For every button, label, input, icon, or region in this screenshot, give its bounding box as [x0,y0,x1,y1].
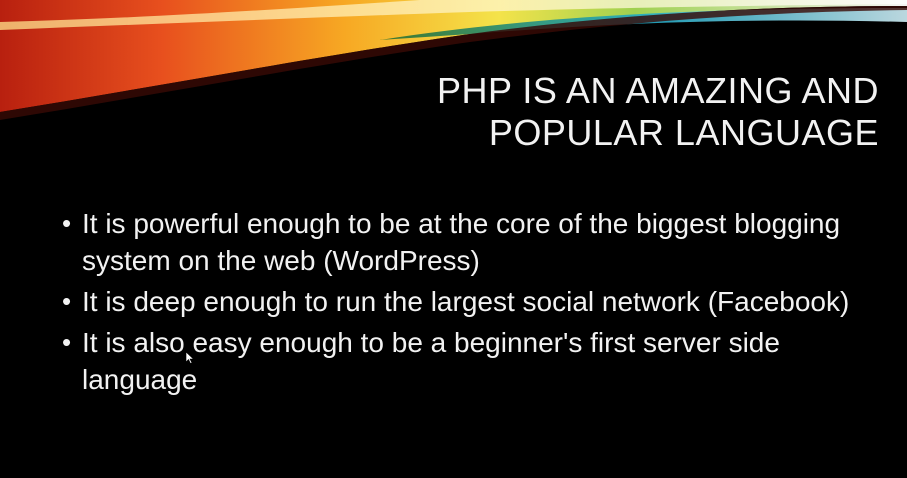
slide-title-line-1: PHP IS AN AMAZING AND [437,70,879,111]
bullet-item: • It is deep enough to run the largest s… [62,283,882,320]
slide-title: PHP IS AN AMAZING AND POPULAR LANGUAGE [319,70,879,154]
bullet-item: • It is also easy enough to be a beginne… [62,324,882,398]
bullet-dot-icon: • [62,286,72,316]
bullet-text: It is powerful enough to be at the core … [82,208,841,276]
presentation-slide: PHP IS AN AMAZING AND POPULAR LANGUAGE •… [0,0,907,478]
bullet-dot-icon: • [62,327,72,357]
bullet-text: It is deep enough to run the largest soc… [82,286,850,317]
slide-title-line-2: POPULAR LANGUAGE [488,112,879,153]
mouse-pointer-icon [186,352,194,364]
bullet-dot-icon: • [62,208,72,238]
bullet-item: • It is powerful enough to be at the cor… [62,205,882,279]
bullet-list: • It is powerful enough to be at the cor… [62,205,882,402]
